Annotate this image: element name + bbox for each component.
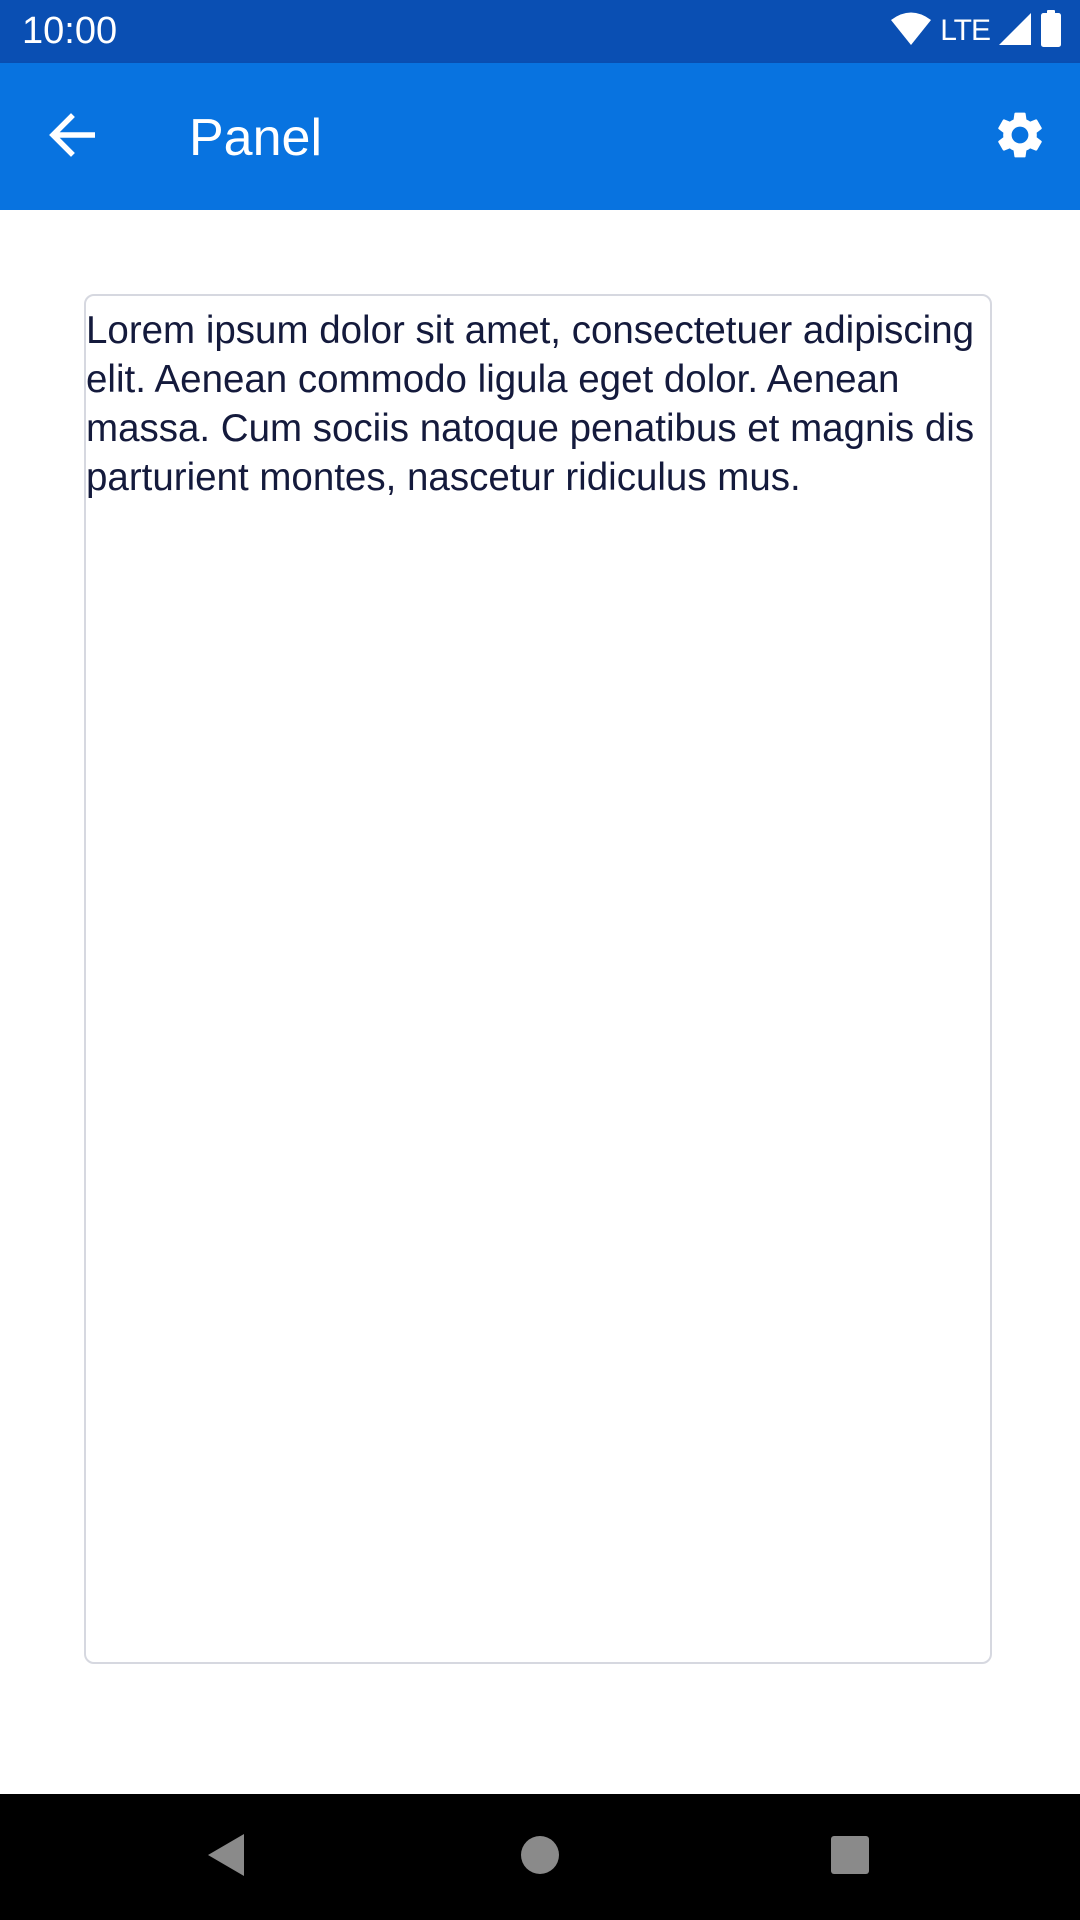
arrow-back-icon (49, 112, 96, 162)
nav-home-button[interactable] (500, 1817, 580, 1897)
page-title: Panel (189, 109, 322, 167)
app-bar: Panel (0, 63, 1080, 210)
status-time: 10:00 (22, 10, 118, 52)
home-circle-icon (520, 1835, 560, 1880)
content-area: Lorem ipsum dolor sit amet, consectetuer… (0, 210, 1080, 1794)
settings-button[interactable] (984, 101, 1056, 173)
back-button[interactable] (36, 101, 108, 173)
back-triangle-icon (204, 1832, 248, 1883)
wifi-icon (890, 11, 932, 52)
recents-square-icon (830, 1835, 870, 1880)
status-icons: LTE (890, 9, 1062, 53)
network-type-label: LTE (940, 14, 991, 47)
panel-text: Lorem ipsum dolor sit amet, consectetuer… (86, 309, 975, 499)
battery-icon (1040, 9, 1062, 53)
nav-recents-button[interactable] (810, 1817, 890, 1897)
gear-icon (992, 107, 1048, 168)
text-panel[interactable]: Lorem ipsum dolor sit amet, consectetuer… (84, 294, 992, 1664)
cell-signal-icon (998, 12, 1032, 51)
nav-back-button[interactable] (186, 1817, 266, 1897)
system-nav-bar (0, 1794, 1080, 1920)
status-bar: 10:00 LTE (0, 0, 1080, 63)
